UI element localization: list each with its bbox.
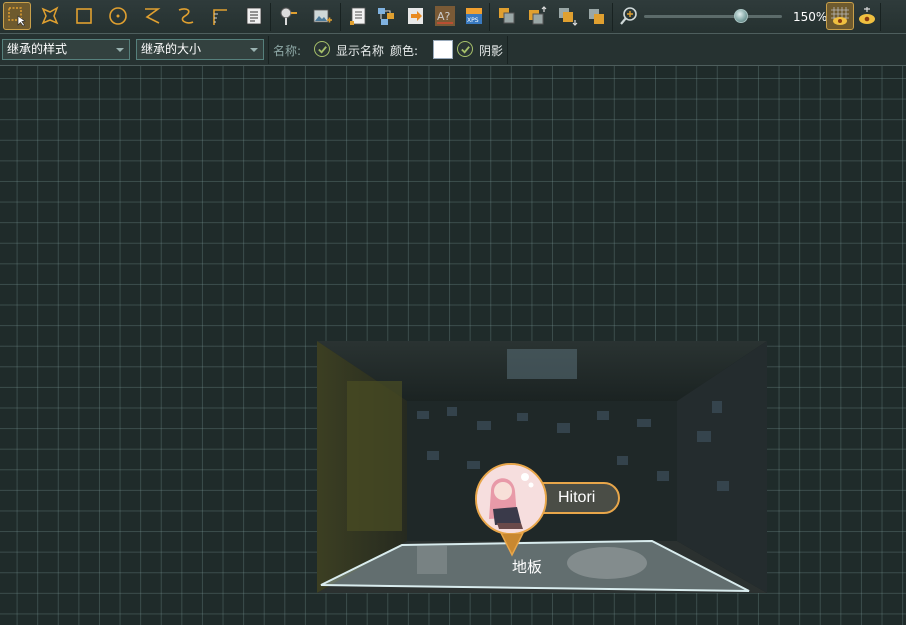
export-button[interactable] (402, 2, 430, 30)
grid-toggle-button[interactable] (826, 2, 854, 30)
translate-button[interactable]: A? (431, 2, 459, 30)
name-label: 名称: (273, 44, 302, 58)
export-arrow-icon (408, 8, 423, 24)
color-label: 颜色: (390, 44, 419, 58)
hierarchy-icon (378, 8, 394, 25)
send-to-back-button[interactable] (582, 2, 610, 30)
curve-tool-button[interactable] (172, 2, 200, 30)
rectangle-tool-button[interactable] (70, 2, 98, 30)
bring-to-front-button[interactable] (493, 2, 521, 30)
check-icon (460, 45, 470, 54)
chevron-down-icon (250, 48, 258, 52)
polygon-tool-button[interactable] (36, 2, 64, 30)
shadow-label: 阴影 (479, 44, 504, 58)
line-tool-button[interactable] (138, 2, 166, 30)
polygon-tool-icon (41, 6, 59, 25)
visibility-toggle-button[interactable] (853, 2, 881, 30)
style-select-value: 继承的样式 (7, 42, 68, 56)
image-tool-button[interactable] (308, 2, 336, 30)
design-canvas[interactable] (0, 66, 906, 625)
path-tool-icon (213, 9, 227, 25)
text-tool-icon (246, 7, 262, 25)
character-avatar-image (477, 465, 545, 533)
shadow-checkbox[interactable] (457, 41, 473, 57)
curve-tool-icon (178, 8, 194, 24)
marker-tool-button[interactable] (274, 2, 302, 30)
bring-forward-button[interactable] (523, 2, 551, 30)
circle-tool-button[interactable] (104, 2, 132, 30)
style-select[interactable]: 继承的样式 (2, 39, 130, 60)
zoom-magnifier-icon (620, 7, 637, 25)
main-toolbar: A? XPS 150% (0, 0, 906, 34)
xps-icon: XPS (466, 8, 482, 24)
send-to-back-icon (589, 9, 604, 24)
marker-avatar[interactable] (475, 463, 547, 535)
zoom-button[interactable] (615, 2, 643, 30)
image-tool-icon (313, 9, 332, 23)
bring-forward-icon (529, 6, 547, 25)
marker-tool-icon (280, 7, 297, 25)
properties-button[interactable] (344, 2, 372, 30)
rectangle-tool-icon (76, 8, 92, 24)
zoom-slider-thumb[interactable] (733, 9, 748, 23)
xps-export-button[interactable]: XPS (460, 2, 488, 30)
zoom-value: 150% (793, 10, 828, 24)
size-select[interactable]: 继承的大小 (136, 39, 264, 60)
select-tool-button[interactable] (3, 2, 31, 30)
bring-to-front-icon (499, 8, 515, 24)
send-backward-button[interactable] (553, 2, 581, 30)
grid-view-icon (831, 7, 849, 25)
select-tool-icon (8, 7, 26, 27)
translate-icon: A? (435, 6, 455, 26)
show-name-checkbox[interactable] (314, 41, 330, 57)
line-tool-icon (145, 8, 161, 24)
marker-name: Hitori (558, 489, 596, 506)
property-bar: 继承的样式 继承的大小 名称: 显示名称 颜色: 阴影 (0, 34, 906, 66)
svg-text:XPS: XPS (467, 17, 479, 24)
show-name-label: 显示名称 (336, 44, 385, 58)
send-backward-icon (559, 8, 578, 26)
zoom-slider-track[interactable] (644, 15, 782, 18)
svg-text:A?: A? (437, 10, 451, 23)
circle-tool-icon (109, 7, 127, 25)
path-tool-button[interactable] (206, 2, 234, 30)
check-icon (317, 45, 327, 54)
eye-pin-icon (859, 7, 875, 24)
text-tool-button[interactable] (240, 2, 268, 30)
properties-icon (350, 7, 366, 25)
hierarchy-button[interactable] (372, 2, 400, 30)
floor-label: 地板 (512, 558, 543, 576)
color-swatch[interactable] (433, 40, 453, 59)
size-select-value: 继承的大小 (141, 42, 202, 56)
chevron-down-icon (116, 48, 124, 52)
